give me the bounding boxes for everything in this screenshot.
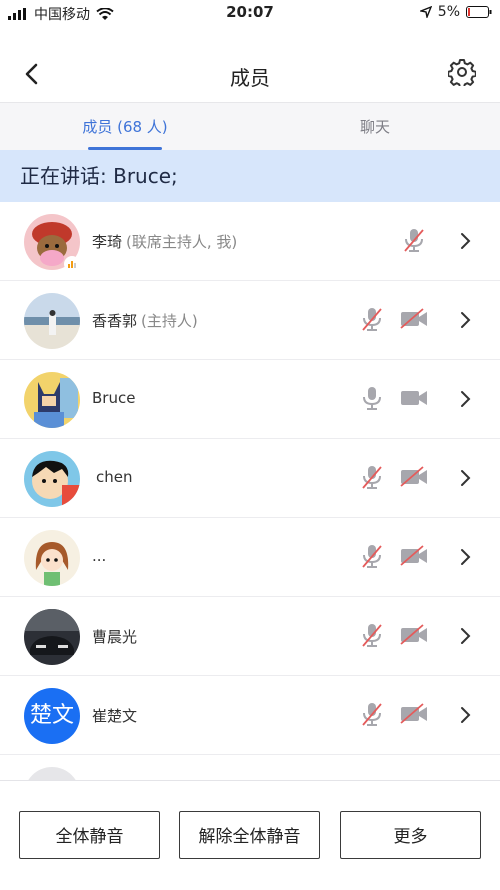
mic-muted-icon[interactable] [360, 701, 384, 727]
mic-muted-icon[interactable] [360, 543, 384, 569]
chevron-right-icon[interactable] [458, 311, 474, 329]
speaking-banner: 正在讲话: Bruce; [0, 150, 500, 202]
camera-off-icon[interactable] [400, 624, 428, 646]
speaking-indicator-icon [64, 256, 80, 272]
member-role: (联席主持人, 我) [126, 233, 238, 251]
mic-muted-icon[interactable] [360, 622, 384, 648]
tab-members[interactable]: 成员 (68 人) [0, 103, 250, 151]
member-row-partial[interactable] [0, 755, 500, 780]
more-button[interactable]: 更多 [340, 811, 481, 859]
avatar [24, 530, 80, 586]
chevron-right-icon[interactable] [458, 548, 474, 566]
status-bar: 中国移动 20:07 5% [0, 0, 500, 26]
member-row[interactable]: chen [0, 439, 500, 518]
member-row[interactable]: 楚文 崔楚文 [0, 676, 500, 755]
member-name-text: 李琦 [92, 233, 123, 251]
member-name-text: ... [92, 547, 107, 565]
member-name-text: 曹晨光 [92, 628, 138, 646]
avatar-placeholder [24, 767, 80, 780]
member-name: 崔楚文 [92, 705, 137, 726]
mic-icon[interactable] [360, 385, 384, 411]
page-title: 成员 [230, 66, 270, 90]
member-name-text: 崔楚文 [92, 707, 138, 725]
battery-icon [466, 6, 492, 18]
tab-bar: 成员 (68 人) 聊天 [0, 102, 500, 151]
member-row[interactable]: Bruce [0, 360, 500, 439]
member-name: chen [96, 468, 133, 486]
chevron-right-icon[interactable] [458, 232, 474, 250]
member-name-text: chen [96, 468, 133, 486]
member-row[interactable]: 香香郭 (主持人) [0, 281, 500, 360]
avatar: 楚文 [24, 688, 80, 744]
member-name: Bruce [92, 389, 135, 407]
camera-off-icon[interactable] [400, 308, 428, 330]
nav-header: 成员 [0, 44, 500, 102]
avatar [24, 372, 80, 428]
avatar [24, 293, 80, 349]
chevron-right-icon[interactable] [458, 469, 474, 487]
chevron-right-icon[interactable] [458, 390, 474, 408]
chevron-right-icon[interactable] [458, 627, 474, 645]
member-row[interactable]: ... [0, 518, 500, 597]
avatar-initials: 楚文 [29, 703, 74, 728]
camera-off-icon[interactable] [400, 703, 428, 725]
avatar [24, 609, 80, 665]
gear-icon[interactable] [448, 58, 476, 86]
tab-chat[interactable]: 聊天 [250, 103, 500, 151]
mic-muted-icon[interactable] [360, 306, 384, 332]
member-name: 曹晨光 [92, 626, 137, 647]
member-list[interactable]: 李琦 (联席主持人, 我) 香香郭 (主持人) Bruce chen ... 曹… [0, 202, 500, 780]
member-name: 香香郭 (主持人) [92, 310, 198, 331]
location-icon [419, 6, 432, 18]
member-name-text: 香香郭 [92, 312, 138, 330]
avatar [24, 451, 80, 507]
camera-icon[interactable] [400, 387, 428, 409]
mic-muted-icon[interactable] [360, 464, 384, 490]
status-right: 5% [419, 4, 492, 20]
member-name-text: Bruce [92, 389, 136, 407]
member-row[interactable]: 曹晨光 [0, 597, 500, 676]
member-name: 李琦 (联席主持人, 我) [92, 231, 237, 252]
member-row[interactable]: 李琦 (联席主持人, 我) [0, 202, 500, 281]
member-role: (主持人) [141, 312, 198, 330]
mic-muted-icon[interactable] [402, 227, 426, 253]
camera-off-icon[interactable] [400, 466, 428, 488]
camera-off-icon[interactable] [400, 545, 428, 567]
mute-all-button[interactable]: 全体静音 [19, 811, 160, 859]
unmute-all-button[interactable]: 解除全体静音 [179, 811, 320, 859]
member-name: ... [92, 547, 106, 565]
bottom-action-bar: 全体静音 解除全体静音 更多 [0, 780, 500, 890]
battery-percent: 5% [437, 4, 460, 20]
chevron-right-icon[interactable] [458, 706, 474, 724]
